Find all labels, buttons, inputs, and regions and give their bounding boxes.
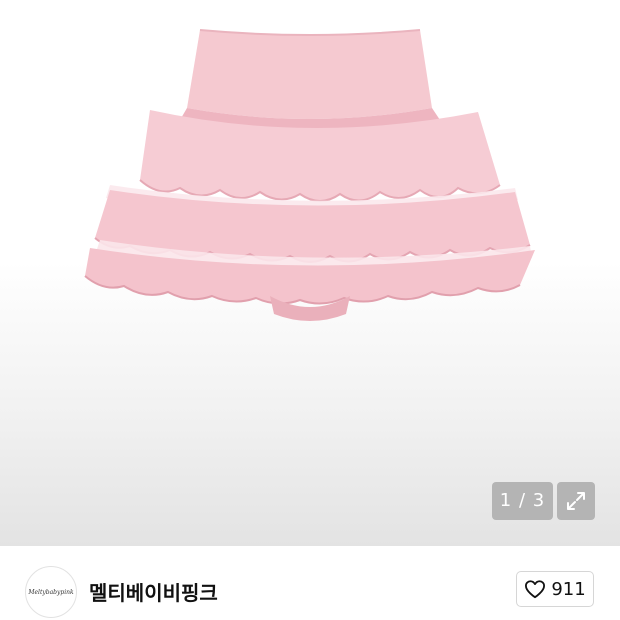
product-image-pink-ruffle-skirt [84, 29, 535, 321]
store-avatar[interactable]: Meltybabypink [25, 566, 77, 618]
store-info-bar: Meltybabypink 멜티베이비핑크 911 [0, 546, 620, 620]
store-name-link[interactable]: 멜티베이비핑크 [89, 577, 218, 606]
product-page: 1 / 3 Meltybabypink 멜티베이비핑크 911 [0, 0, 620, 620]
store-logo-text: Meltybabypink [28, 588, 74, 596]
expand-arrows-icon [567, 492, 585, 510]
image-counter: 1 / 3 [492, 482, 553, 520]
like-count: 911 [551, 578, 586, 600]
expand-image-button[interactable] [557, 482, 595, 520]
like-button[interactable]: 911 [516, 571, 594, 607]
product-image-gallery[interactable]: 1 / 3 [0, 0, 620, 546]
heart-outline-icon [525, 580, 546, 599]
